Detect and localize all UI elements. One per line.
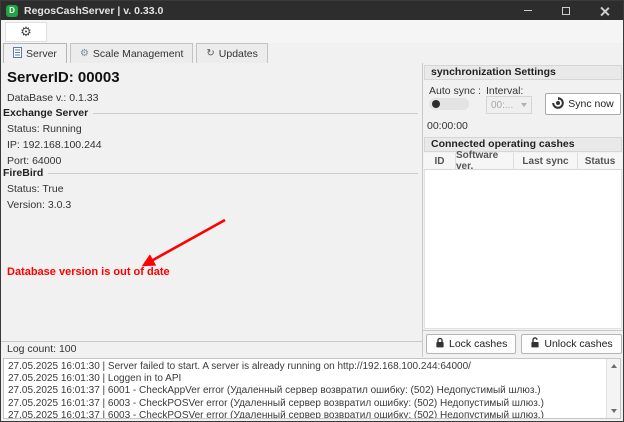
exchange-status: Status: Running [7, 123, 82, 135]
gear-icon: ⚙ [20, 24, 32, 40]
database-warning: Database version is out of date [7, 266, 170, 278]
sync-icon [552, 96, 564, 112]
server-id: ServerID: 00003 [7, 69, 120, 86]
app-icon: D [6, 4, 18, 17]
exchange-port: Port: 64000 [7, 155, 62, 167]
exchange-server-title: Exchange Server [3, 107, 89, 119]
settings-button[interactable]: ⚙ [5, 22, 47, 42]
sync-panel: synchronization Settings Auto sync : Int… [422, 63, 623, 357]
auto-sync-toggle[interactable] [429, 98, 469, 110]
firebird-title: FireBird [3, 167, 44, 179]
sync-timer: 00:00:00 [427, 120, 468, 132]
lock-cashes-label: Lock cashes [449, 338, 508, 350]
log-count-bar: Log count: 100 [1, 341, 422, 357]
sync-now-button[interactable]: Sync now [545, 93, 621, 115]
cashes-actions-bar: Lock cashes Unlock cashes [423, 330, 623, 357]
column-id[interactable]: ID [424, 153, 456, 169]
firebird-group: FireBird [3, 167, 418, 179]
unlock-icon [530, 337, 540, 351]
cashes-table-header: ID Software ver. Last sync Status [424, 150, 622, 172]
tab-updates[interactable]: ↻ Updates [196, 43, 268, 63]
interval-value: 00:... [491, 99, 514, 111]
firebird-version: Version: 3.0.3 [7, 199, 72, 211]
maximize-icon [562, 6, 570, 15]
log-line: 27.05.2025 16:01:37 | 6001 - CheckAppVer… [8, 385, 541, 397]
column-software-ver[interactable]: Software ver. [456, 150, 514, 172]
titlebar: D RegosCashServer | v. 0.33.0 [1, 1, 623, 20]
exchange-server-group: Exchange Server [3, 107, 418, 119]
cashes-table-body [424, 170, 622, 329]
minimize-button[interactable] [509, 1, 547, 20]
toggle-knob-icon [432, 100, 440, 108]
scroll-down-icon[interactable] [611, 409, 617, 413]
window-title: RegosCashServer | v. 0.33.0 [24, 4, 164, 17]
lock-icon [435, 337, 445, 351]
group-divider [93, 112, 418, 114]
exchange-ip: IP: 192.168.100.244 [7, 139, 102, 151]
auto-sync-label: Auto sync : [429, 85, 481, 97]
scale-gear-icon: ⚙ [79, 47, 89, 59]
tab-server[interactable]: Server [3, 43, 67, 63]
refresh-icon: ↻ [206, 47, 215, 59]
column-last-sync[interactable]: Last sync [514, 153, 578, 169]
lock-cashes-button[interactable]: Lock cashes [426, 334, 517, 354]
close-button[interactable] [585, 1, 623, 20]
log-area: 27.05.2025 16:01:30 | Server failed to s… [3, 358, 621, 419]
maximize-button[interactable] [547, 1, 585, 20]
unlock-cashes-button[interactable]: Unlock cashes [521, 334, 622, 354]
log-line: 27.05.2025 16:01:37 | 6003 - CheckPOSVer… [8, 397, 544, 409]
log-line: 27.05.2025 16:01:30 | Loggen in to API [8, 373, 182, 385]
column-status[interactable]: Status [578, 153, 622, 169]
log-scrollbar[interactable] [606, 359, 620, 418]
chevron-down-icon [521, 103, 527, 107]
tab-updates-label: Updates [218, 47, 258, 60]
close-icon [600, 6, 609, 15]
window-controls [509, 1, 623, 20]
tab-scale-management[interactable]: ⚙ Scale Management [69, 43, 194, 63]
server-info-panel: ServerID: 00003 DataBase v.: 0.1.33 Exch… [1, 63, 422, 357]
tab-scale-management-label: Scale Management [92, 47, 184, 60]
server-icon [13, 46, 22, 61]
toolbar: ⚙ [1, 20, 623, 43]
sync-now-label: Sync now [568, 98, 614, 110]
group-divider [48, 172, 418, 174]
log-line: 27.05.2025 16:01:30 | Server failed to s… [8, 361, 471, 372]
tab-strip: Server ⚙ Scale Management ↻ Updates [1, 43, 623, 63]
tab-server-label: Server [26, 47, 57, 60]
minimize-icon [524, 10, 532, 11]
scroll-up-icon[interactable] [611, 364, 617, 368]
unlock-cashes-label: Unlock cashes [544, 338, 613, 350]
firebird-status: Status: True [7, 183, 64, 195]
sync-settings-header: synchronization Settings [424, 65, 622, 80]
log-line: 27.05.2025 16:01:37 | 6003 - CheckPOSVer… [8, 409, 544, 419]
interval-select[interactable]: 00:... [486, 96, 532, 114]
app-window: D RegosCashServer | v. 0.33.0 ⚙ Server ⚙… [0, 0, 624, 422]
connected-cashes-header: Connected operating cashes [424, 137, 622, 152]
database-version: DataBase v.: 0.1.33 [7, 92, 99, 104]
log-lines: 27.05.2025 16:01:30 | Server failed to s… [4, 360, 605, 419]
